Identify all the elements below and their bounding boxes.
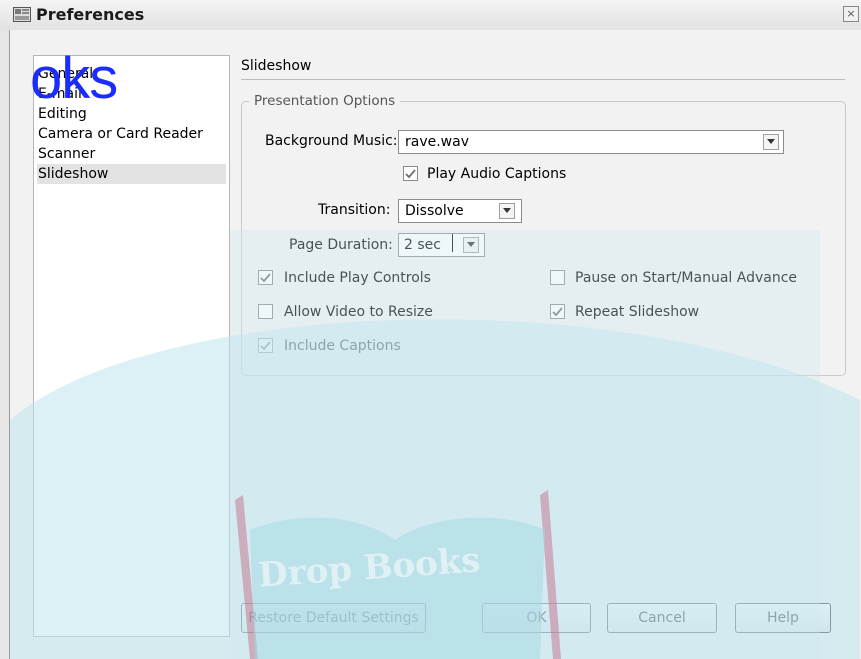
window-left-edge bbox=[0, 30, 10, 659]
pause-on-start-label: Pause on Start/Manual Advance bbox=[575, 270, 798, 286]
category-label: Scanner bbox=[38, 146, 96, 162]
transition-select[interactable]: Dissolve bbox=[398, 199, 522, 223]
background-music-value: rave.wav bbox=[405, 134, 469, 150]
background-music-label: Background Music: bbox=[265, 133, 398, 149]
allow-video-resize-label: Allow Video to Resize bbox=[284, 304, 433, 320]
page-duration-label: Page Duration: bbox=[289, 237, 393, 253]
category-label: Slideshow bbox=[38, 166, 109, 182]
category-label: E-mail bbox=[38, 86, 82, 102]
group-title: Presentation Options bbox=[249, 93, 401, 109]
section-title: Slideshow bbox=[241, 58, 312, 74]
pause-on-start-checkbox[interactable] bbox=[550, 270, 565, 285]
repeat-slideshow-label: Repeat Slideshow bbox=[575, 304, 700, 320]
play-audio-captions-label: Play Audio Captions bbox=[427, 166, 567, 182]
include-play-controls-checkbox[interactable] bbox=[258, 270, 273, 285]
category-item-email[interactable]: E-mail bbox=[37, 84, 226, 104]
category-item-general[interactable]: General bbox=[37, 64, 226, 84]
page-duration-select[interactable]: 2 sec bbox=[398, 233, 485, 257]
category-label: General bbox=[38, 66, 94, 82]
restore-default-settings-button[interactable]: Restore Default Settings bbox=[241, 603, 426, 633]
category-label: Editing bbox=[38, 106, 87, 122]
preferences-window: Preferences × General E-mail Editing Cam… bbox=[0, 0, 861, 659]
chevron-down-icon[interactable] bbox=[463, 237, 479, 253]
title-bar: Preferences × bbox=[0, 0, 861, 31]
help-button[interactable]: Help bbox=[735, 603, 831, 633]
category-list[interactable]: General E-mail Editing Camera or Card Re… bbox=[33, 55, 230, 637]
window-title: Preferences bbox=[36, 5, 145, 24]
category-item-editing[interactable]: Editing bbox=[37, 104, 226, 124]
repeat-slideshow-checkbox[interactable] bbox=[550, 304, 565, 319]
preferences-app-icon bbox=[13, 7, 31, 22]
chevron-down-icon[interactable] bbox=[499, 203, 515, 219]
chevron-down-icon[interactable] bbox=[763, 134, 779, 150]
background-music-select[interactable]: rave.wav bbox=[398, 130, 784, 154]
category-item-slideshow[interactable]: Slideshow bbox=[37, 164, 226, 184]
allow-video-resize-checkbox[interactable] bbox=[258, 304, 273, 319]
cancel-button[interactable]: Cancel bbox=[607, 603, 717, 633]
text-cursor bbox=[452, 234, 453, 252]
play-audio-captions-checkbox[interactable] bbox=[403, 166, 418, 181]
transition-label: Transition: bbox=[318, 202, 391, 218]
category-label: Camera or Card Reader bbox=[38, 126, 203, 142]
page-duration-value: 2 sec bbox=[404, 237, 441, 253]
section-divider bbox=[241, 79, 845, 80]
category-item-scanner[interactable]: Scanner bbox=[37, 144, 226, 164]
include-play-controls-label: Include Play Controls bbox=[284, 270, 431, 286]
ok-button[interactable]: OK bbox=[482, 603, 591, 633]
include-captions-label: Include Captions bbox=[284, 338, 401, 354]
category-item-camera-or-card-reader[interactable]: Camera or Card Reader bbox=[37, 124, 226, 144]
include-captions-checkbox[interactable] bbox=[258, 338, 273, 353]
transition-value: Dissolve bbox=[405, 203, 464, 219]
close-icon[interactable]: × bbox=[843, 6, 859, 22]
